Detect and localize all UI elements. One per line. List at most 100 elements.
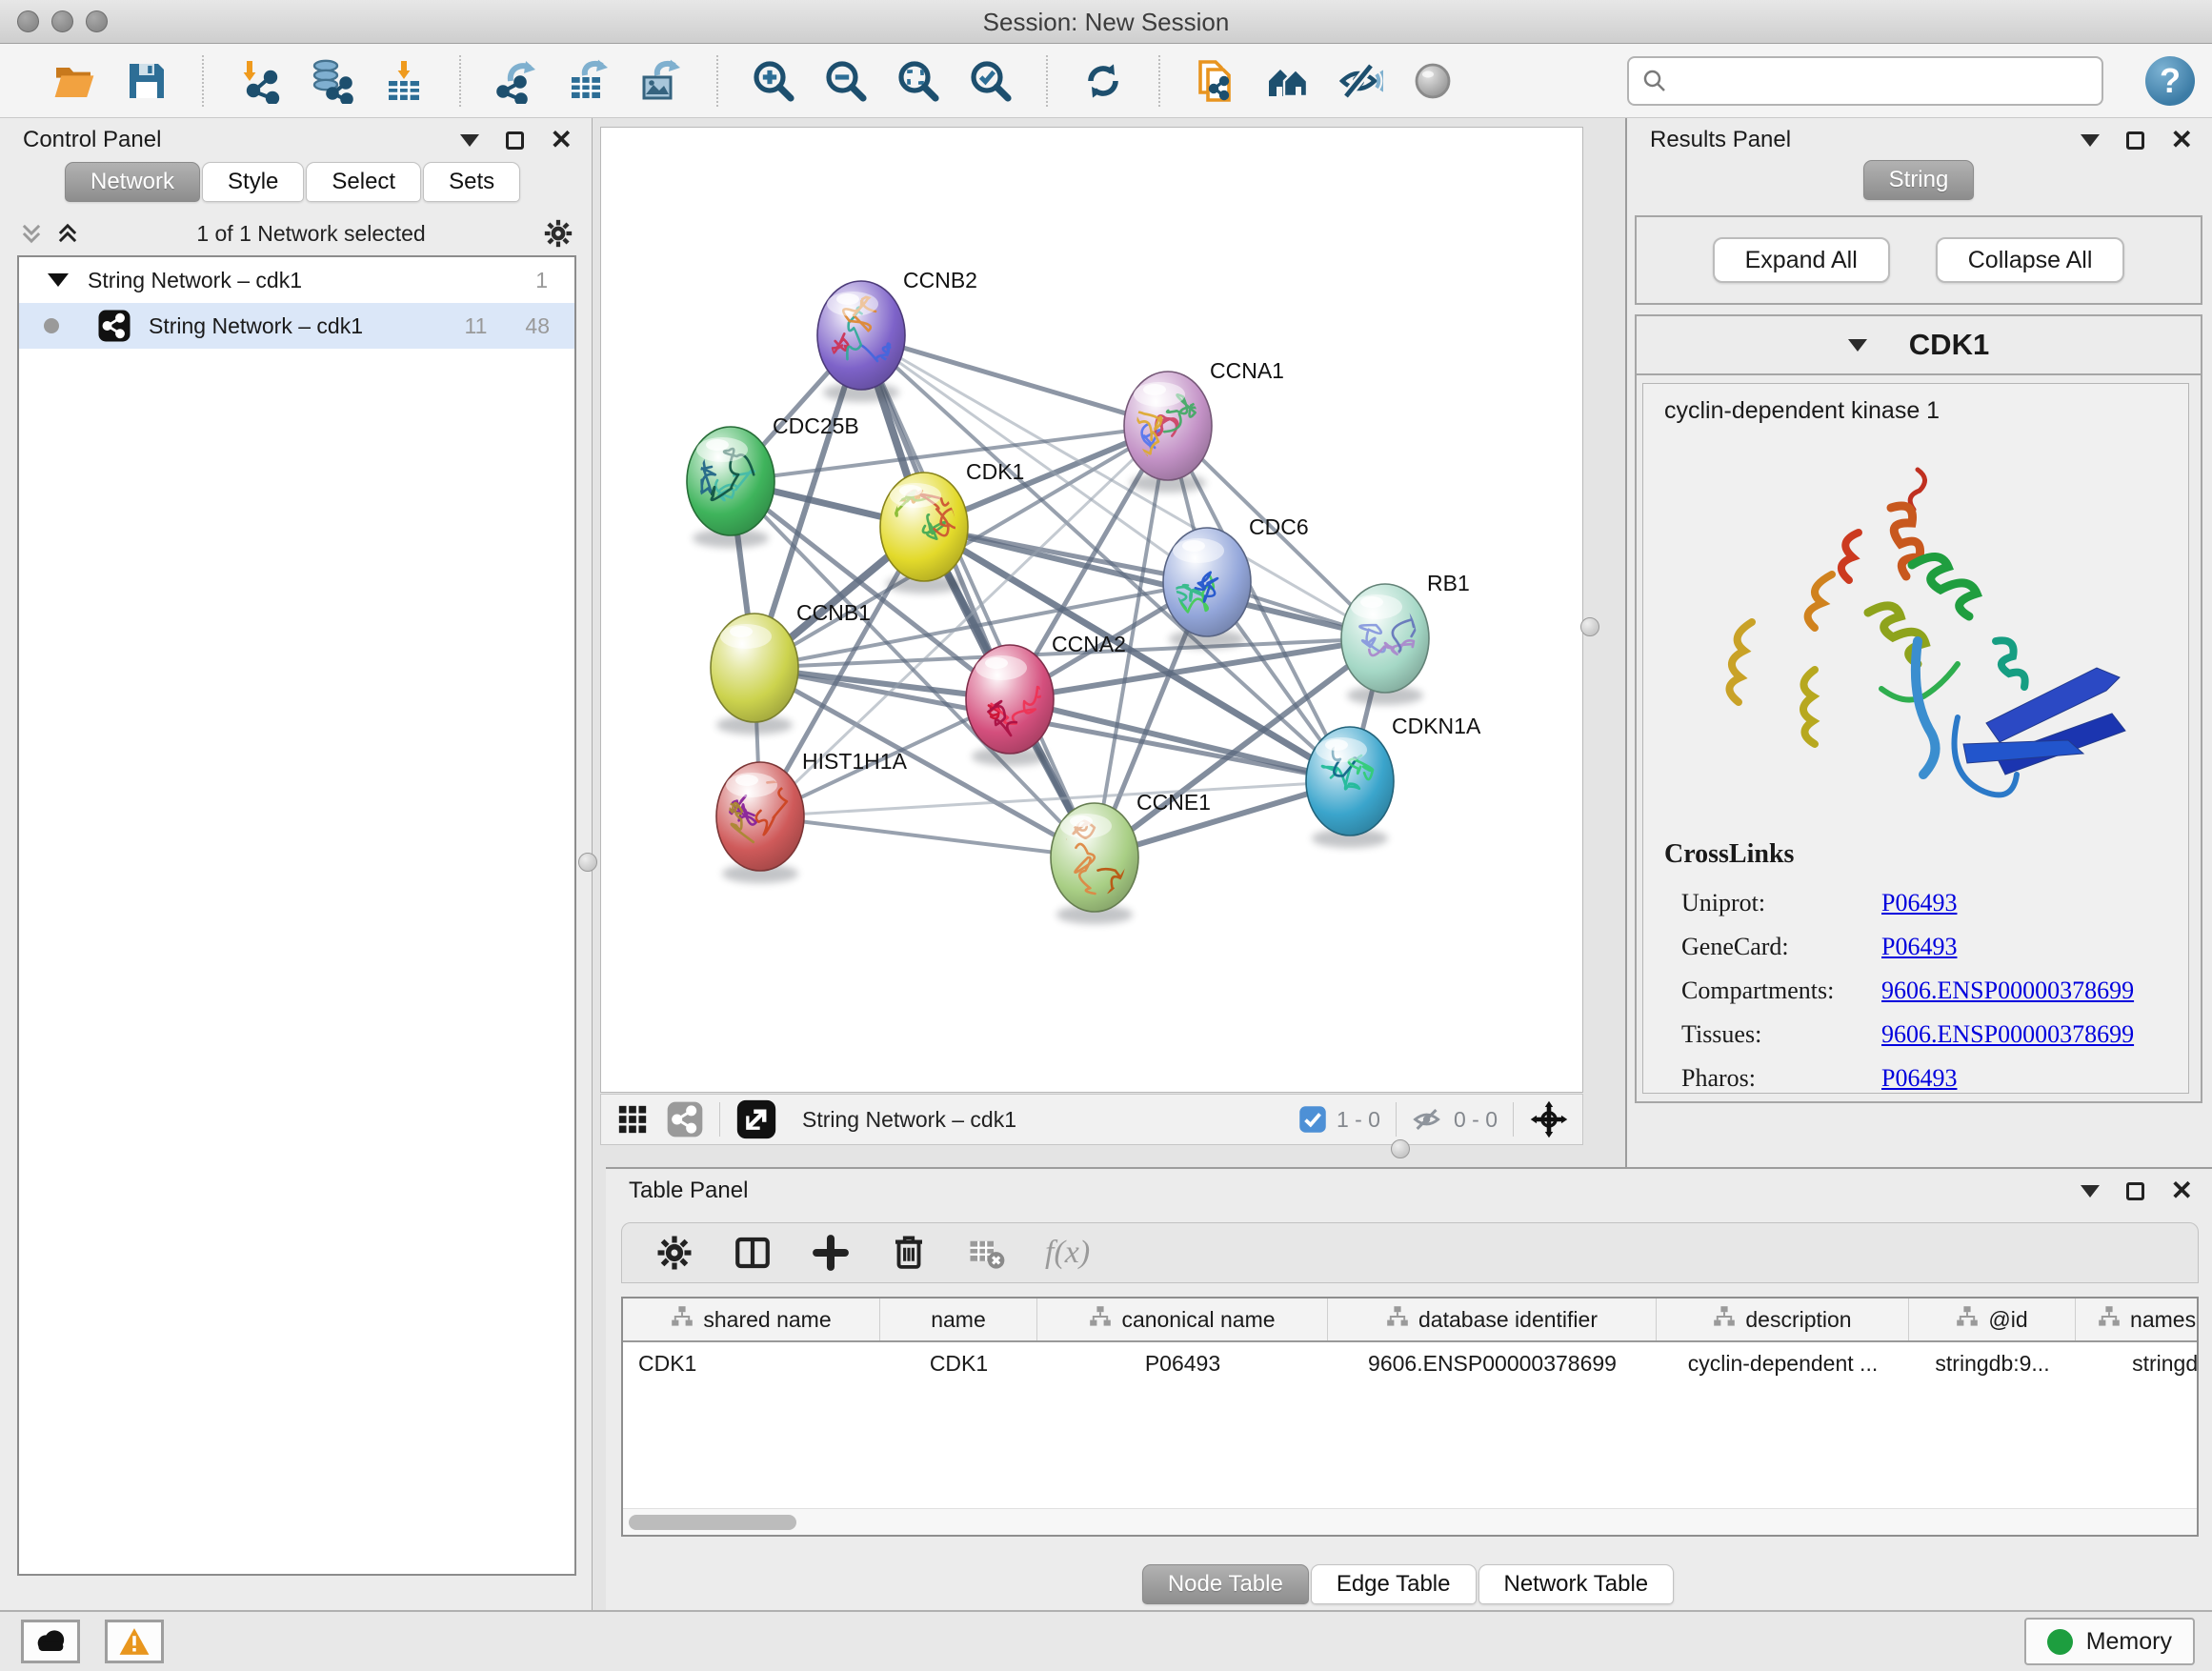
float-panel-icon[interactable]: [2126, 1182, 2144, 1200]
open-session-icon[interactable]: [51, 58, 97, 104]
hide-selected-icon[interactable]: [1337, 58, 1383, 104]
search-input[interactable]: [1679, 67, 2090, 95]
table-row[interactable]: CDK1CDK1P064939606.ENSP00000378699cyclin…: [623, 1342, 2197, 1384]
delete-table-icon[interactable]: [967, 1233, 1007, 1273]
birdseye-grid-icon[interactable]: [616, 1103, 649, 1136]
tab-node-table[interactable]: Node Table: [1142, 1564, 1309, 1604]
show-all-icon[interactable]: [1265, 58, 1311, 104]
network-node-cdc6[interactable]: [1163, 528, 1251, 636]
crosslink-link[interactable]: 9606.ENSP00000378699: [1881, 1020, 2134, 1049]
warnings-button[interactable]: [105, 1620, 164, 1663]
table-horizontal-scrollbar[interactable]: [623, 1508, 2197, 1535]
open-in-new-icon[interactable]: [735, 1098, 777, 1140]
help-icon[interactable]: ?: [2145, 56, 2195, 106]
crosslink-link[interactable]: P06493: [1881, 933, 1957, 961]
expand-all-button[interactable]: Expand All: [1713, 237, 1890, 283]
delete-column-trash-icon[interactable]: [889, 1233, 929, 1273]
tab-string[interactable]: String: [1863, 160, 1975, 200]
graphics-details-icon[interactable]: [1410, 58, 1456, 104]
import-network-file-icon[interactable]: [236, 58, 282, 104]
table-cell[interactable]: 9606.ENSP00000378699: [1328, 1342, 1657, 1384]
crosslink-link[interactable]: P06493: [1881, 889, 1957, 917]
network-node-ccne1[interactable]: [1051, 803, 1138, 912]
network-node-ccna2[interactable]: [966, 645, 1054, 754]
column-header-shared-name[interactable]: shared name: [623, 1299, 880, 1340]
table-cell[interactable]: cyclin-dependent ...: [1657, 1342, 1909, 1384]
network-node-ccnb1[interactable]: [711, 614, 798, 722]
table-cell[interactable]: P06493: [1037, 1342, 1328, 1384]
network-node-ccna1[interactable]: [1124, 372, 1212, 480]
string-style-icon[interactable]: [666, 1100, 704, 1138]
network-node-cdk1[interactable]: [880, 473, 968, 581]
apply-layout-icon[interactable]: [1080, 58, 1126, 104]
expand-all-icon[interactable]: [55, 221, 80, 246]
panel-menu-icon[interactable]: [2081, 1185, 2100, 1198]
memory-button[interactable]: Memory: [2024, 1618, 2195, 1665]
zoom-in-icon[interactable]: [751, 58, 796, 104]
search-box[interactable]: [1627, 56, 2103, 106]
right-splitter-handle[interactable]: [1580, 617, 1599, 636]
table-cell[interactable]: stringdb:9...: [1909, 1342, 2076, 1384]
collapse-all-icon[interactable]: [19, 221, 44, 246]
collapse-all-button[interactable]: Collapse All: [1936, 237, 2125, 283]
network-node-ccnb2[interactable]: [817, 281, 905, 390]
close-panel-icon[interactable]: ✕: [2171, 1178, 2193, 1204]
export-network-icon[interactable]: [493, 58, 539, 104]
network-node-hist1h1a[interactable]: [716, 762, 804, 871]
fit-selected-crosshair-icon[interactable]: [1529, 1099, 1569, 1139]
network-node-rb1[interactable]: [1341, 584, 1429, 693]
gene-section-header[interactable]: CDK1: [1637, 316, 2201, 375]
tab-style[interactable]: Style: [202, 162, 304, 202]
table-settings-gear-icon[interactable]: [654, 1233, 694, 1273]
tab-network[interactable]: Network: [65, 162, 200, 202]
float-panel-icon[interactable]: [506, 131, 524, 150]
save-session-icon[interactable]: [124, 58, 170, 104]
panel-menu-icon[interactable]: [460, 134, 479, 147]
network-canvas[interactable]: CCNB2CCNA1CDC25BCDK1CDC6RB1CCNB1CCNA2CDK…: [600, 127, 1583, 1093]
float-panel-icon[interactable]: [2126, 131, 2144, 150]
clone-network-icon[interactable]: [1193, 58, 1238, 104]
tab-select[interactable]: Select: [306, 162, 421, 202]
column-header-database-identifier[interactable]: database identifier: [1328, 1299, 1657, 1340]
close-panel-icon[interactable]: ✕: [551, 127, 573, 153]
tab-edge-table[interactable]: Edge Table: [1311, 1564, 1477, 1604]
network-row[interactable]: String Network – cdk1 11 48: [19, 303, 574, 349]
crosslink-link[interactable]: P06493: [1881, 1064, 1957, 1093]
zoom-fit-icon[interactable]: [895, 58, 941, 104]
table-cell[interactable]: CDK1: [623, 1342, 880, 1384]
column-header-canonical-name[interactable]: canonical name: [1037, 1299, 1328, 1340]
panel-menu-icon[interactable]: [2081, 134, 2100, 147]
table-cell[interactable]: stringdb: [2076, 1342, 2199, 1384]
hidden-eye-icon[interactable]: [1412, 1103, 1444, 1136]
scrollbar-thumb[interactable]: [629, 1515, 796, 1530]
selected-checkbox-icon[interactable]: [1298, 1105, 1327, 1134]
tab-sets[interactable]: Sets: [423, 162, 520, 202]
column-header-description[interactable]: description: [1657, 1299, 1909, 1340]
table-cell[interactable]: CDK1: [880, 1342, 1037, 1384]
show-columns-icon[interactable]: [733, 1233, 773, 1273]
network-node-cdkn1a[interactable]: [1306, 727, 1394, 836]
zoom-out-icon[interactable]: [823, 58, 869, 104]
export-table-icon[interactable]: [566, 58, 612, 104]
toolbar-separator: [716, 55, 718, 107]
network-collection-row[interactable]: String Network – cdk1 1: [19, 257, 574, 303]
crosslink-link[interactable]: 9606.ENSP00000378699: [1881, 976, 2134, 1005]
column-header--id[interactable]: @id: [1909, 1299, 2076, 1340]
network-node-cdc25b[interactable]: [687, 427, 774, 535]
close-panel-icon[interactable]: ✕: [2171, 127, 2193, 153]
expand-caret-icon[interactable]: [48, 273, 69, 287]
network-graph[interactable]: CCNB2CCNA1CDC25BCDK1CDC6RB1CCNB1CCNA2CDK…: [601, 128, 1582, 1092]
zoom-selected-icon[interactable]: [968, 58, 1014, 104]
collapse-caret-icon[interactable]: [1848, 339, 1867, 352]
bottom-splitter-handle[interactable]: [1391, 1139, 1410, 1158]
export-image-icon[interactable]: [638, 58, 684, 104]
column-header-namespace[interactable]: namespace: [2076, 1299, 2199, 1340]
import-table-file-icon[interactable]: [381, 58, 427, 104]
column-header-name[interactable]: name: [880, 1299, 1037, 1340]
cloud-status-button[interactable]: [21, 1620, 80, 1663]
import-network-database-icon[interactable]: [309, 58, 354, 104]
tab-network-table[interactable]: Network Table: [1478, 1564, 1675, 1604]
add-column-icon[interactable]: [811, 1233, 851, 1273]
gear-icon[interactable]: [542, 217, 574, 250]
left-splitter-handle[interactable]: [578, 853, 597, 872]
